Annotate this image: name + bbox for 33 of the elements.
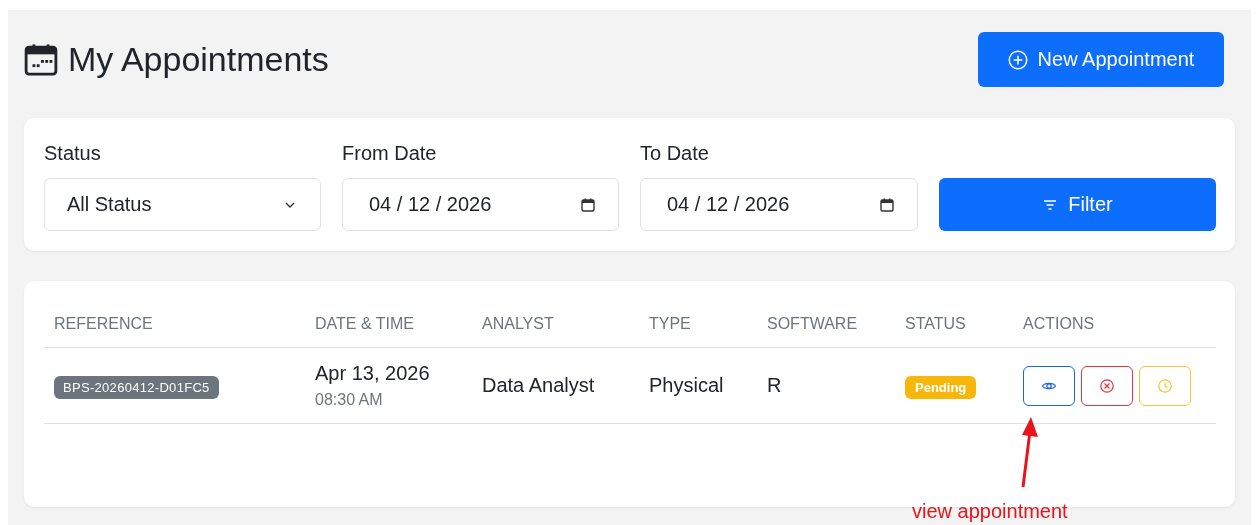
field-label: Status (44, 142, 102, 166)
page-title: My Appointments (68, 40, 329, 79)
reference-badge: BPS-20260412-D01FC5 (54, 376, 219, 399)
filter-button[interactable]: Filter (939, 178, 1216, 231)
x-circle-icon (1099, 377, 1115, 394)
field-label: From Date (342, 142, 438, 166)
column-header: REFERENCE (44, 301, 305, 348)
new-appointment-button[interactable]: New Appointment (978, 32, 1224, 87)
column-header: SOFTWARE (757, 301, 895, 348)
calendar-icon (580, 196, 596, 213)
column-header: ANALYST (472, 301, 639, 348)
cancel-button[interactable] (1081, 365, 1133, 406)
column-header: ACTIONS (1013, 301, 1216, 348)
calendar-icon (879, 196, 895, 213)
view-button[interactable] (1023, 365, 1075, 406)
date-field[interactable]: 04 / 12 / 2026 (342, 178, 619, 231)
annotation-arrow (1020, 417, 1040, 487)
table-cell: R (767, 374, 782, 396)
status-badge: Pending (905, 376, 977, 399)
plus-circle-icon (1007, 49, 1028, 70)
column-header: DATE & TIME (305, 301, 472, 348)
appointment-time: 08:30 AM (315, 391, 384, 409)
table-cell: Physical (649, 374, 724, 396)
table-cell: Data Analyst (482, 374, 595, 396)
appointment-date: Apr 13, 2026 (315, 362, 431, 385)
column-header: TYPE (639, 301, 757, 348)
status-select[interactable]: All Status (44, 178, 321, 231)
annotation-text: view appointment (912, 500, 1068, 523)
column-header: STATUS (895, 301, 1013, 348)
field-label: To Date (640, 142, 710, 166)
clock-icon (1157, 377, 1173, 394)
calendar-icon (24, 42, 58, 77)
date-field[interactable]: 04 / 12 / 2026 (640, 178, 918, 231)
